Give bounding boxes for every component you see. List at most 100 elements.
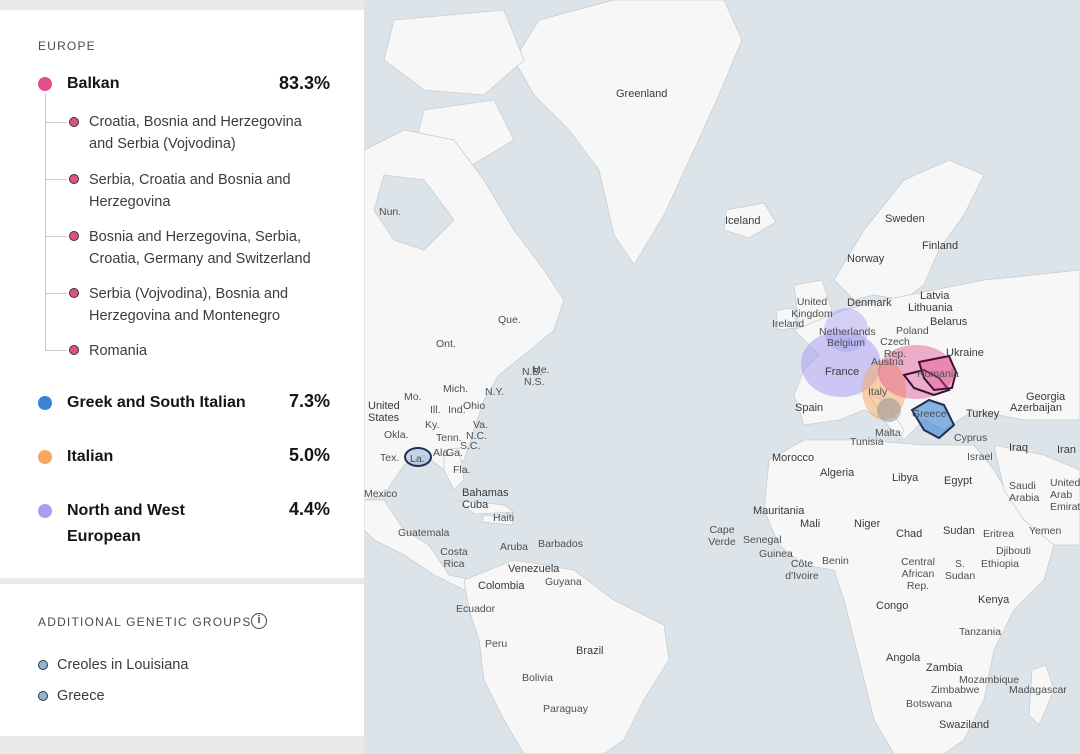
map-label: Bolivia [522, 672, 553, 684]
map-label: Algeria [820, 467, 855, 479]
map-label: Guatemala [398, 527, 450, 539]
map-label: France [825, 366, 860, 378]
europe-card: EUROPE Balkan 83.3% Croatia, Bosnia and … [0, 10, 364, 578]
map-label: Djibouti [996, 545, 1032, 557]
additional-group-dot [38, 660, 48, 670]
map-label: Swaziland [939, 719, 990, 731]
group-percent-north-west-european: 4.4% [288, 499, 330, 519]
map-label: United States [368, 400, 400, 424]
map-label: Mexico [364, 488, 398, 500]
map-label: Benin [822, 555, 849, 567]
map-label: Côte d'Ivoire [785, 558, 819, 582]
map-label: Azerbaijan [1010, 402, 1062, 414]
group-name-greek-south-italian[interactable]: Greek and South Italian [67, 390, 246, 416]
map-label: Ohio [463, 400, 486, 412]
map-label: N.Y. [485, 386, 505, 398]
map-label: Brazil [576, 645, 604, 657]
map-label: Angola [886, 652, 921, 664]
map-label: Senegal [743, 534, 782, 546]
map-label: Central African Rep. [901, 556, 935, 592]
subgroup-dot [69, 117, 79, 127]
subgroup-dot [69, 288, 79, 298]
map-label: Tanzania [959, 626, 1002, 638]
additional-group-label[interactable]: Creoles in Louisiana [57, 657, 188, 673]
map-label: Cyprus [954, 432, 988, 444]
map-label: United Kingdom [791, 296, 833, 320]
map-label: Tenn. [436, 432, 462, 444]
map-label: Iran [1057, 444, 1076, 456]
map-label: Congo [876, 600, 909, 612]
map-label: Que. [498, 314, 521, 326]
map-label: Aruba [500, 541, 529, 553]
group-percent-italian: 5.0% [288, 445, 330, 465]
info-icon[interactable]: i [251, 613, 267, 629]
italian-color-dot [38, 450, 52, 464]
subgroup-label[interactable]: Bosnia and Herzegovina, Serbia, Croatia,… [89, 226, 329, 270]
map-label: Chad [896, 528, 923, 540]
map-label: Ky. [425, 419, 440, 431]
additional-group-label[interactable]: Greece [57, 688, 105, 704]
map-label: Tunisia [850, 436, 884, 448]
group-name-balkan[interactable]: Balkan [67, 71, 119, 97]
map-label: Denmark [847, 297, 892, 309]
tree-branch [45, 179, 67, 180]
map-label: Morocco [772, 452, 815, 464]
section-title-europe: EUROPE [38, 39, 96, 53]
map-label: Nun. [379, 206, 402, 218]
map-label: Mo. [404, 391, 422, 403]
tree-branch [45, 236, 67, 237]
map-label: La. [410, 453, 425, 465]
north-west-european-color-dot [38, 504, 52, 518]
map-label: Turkey [966, 408, 1000, 420]
group-name-italian[interactable]: Italian [67, 444, 113, 470]
map-label: Cape Verde [708, 524, 736, 548]
map-label: Ont. [436, 338, 456, 350]
map-label: Belarus [930, 316, 968, 328]
subgroup-label[interactable]: Serbia (Vojvodina), Bosnia and Herzegovi… [89, 283, 329, 327]
map-label: Egypt [944, 475, 973, 487]
map-label: Paraguay [543, 703, 588, 715]
map-label: Finland [922, 240, 959, 252]
group-percent-balkan: 83.3% [278, 73, 330, 93]
group-name-north-west-european[interactable]: North and West European [67, 498, 217, 550]
map-label: Austria [871, 356, 904, 368]
map-label: Ukraine [946, 347, 984, 359]
map-label: Romania [917, 368, 960, 380]
world-map[interactable]: Greenland Iceland Sweden Finland Norway … [364, 0, 1080, 754]
map-label: Venezuela [508, 563, 560, 575]
map-label: Okla. [384, 429, 409, 441]
map-label: Norway [847, 253, 885, 265]
map-label: Sudan [943, 525, 975, 537]
tree-line-vertical [45, 94, 46, 350]
map-label: Greenland [616, 88, 668, 100]
group-percent-greek-south-italian: 7.3% [288, 391, 330, 411]
map-label: Zambia [926, 662, 963, 674]
map-label: Zimbabwe [931, 684, 980, 696]
subgroup-label[interactable]: Serbia, Croatia and Bosnia and Herzegovi… [89, 169, 329, 213]
land-masses [364, 0, 1080, 754]
map-canvas [364, 0, 1080, 754]
tree-branch [45, 293, 67, 294]
map-label: Belgium [827, 337, 865, 349]
map-label: Madagascar [1009, 684, 1067, 696]
map-label: Tex. [380, 452, 400, 464]
map-label: Mich. [443, 383, 469, 395]
map-label: Eritrea [983, 528, 1014, 540]
map-label: Me. [532, 364, 550, 376]
map-label: Guyana [545, 576, 582, 588]
tree-branch [45, 122, 67, 123]
greek-south-italian-color-dot [38, 396, 52, 410]
map-label: Bahamas [462, 487, 509, 499]
map-label: Sweden [885, 213, 925, 225]
map-label: Cuba [462, 499, 489, 511]
subgroup-label[interactable]: Romania [89, 340, 329, 362]
map-label: Ill. [430, 404, 441, 416]
map-label: Libya [892, 472, 919, 484]
map-label: Yemen [1029, 525, 1062, 537]
map-label: Lithuania [908, 302, 953, 314]
map-label: Saudi Arabia [1009, 480, 1040, 504]
subgroup-dot [69, 174, 79, 184]
additional-group-dot [38, 691, 48, 701]
subgroup-label[interactable]: Croatia, Bosnia and Herzegovina and Serb… [89, 111, 329, 155]
map-label: Greece [912, 408, 947, 420]
